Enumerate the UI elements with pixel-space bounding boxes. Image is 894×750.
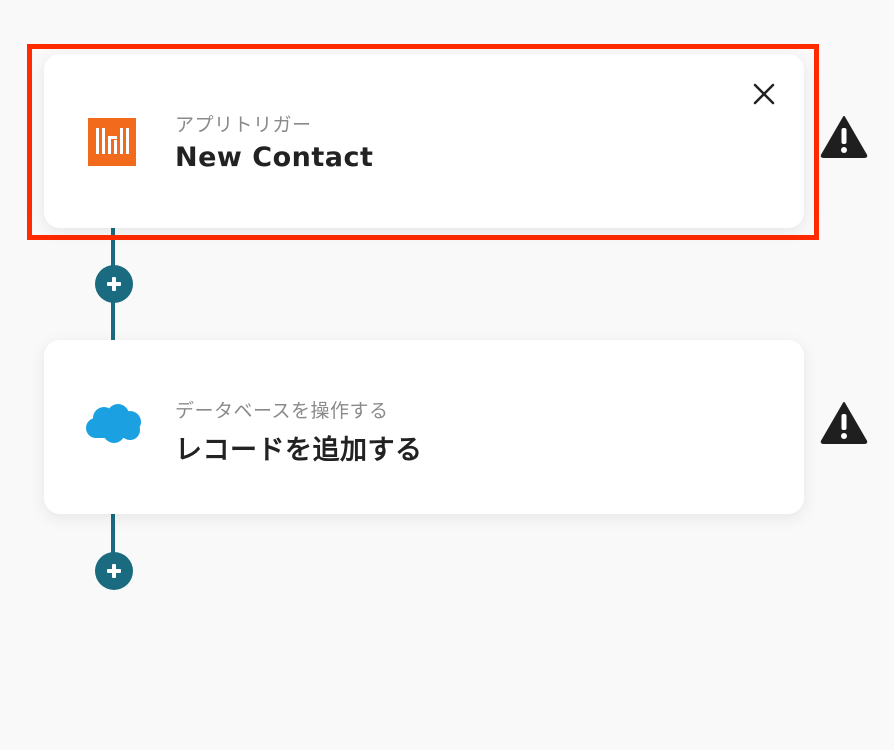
warning-icon[interactable] <box>820 115 868 159</box>
action-step-title: レコードを追加する <box>175 435 423 466</box>
add-step-button[interactable] <box>95 265 133 303</box>
action-step-card[interactable]: データベースを操作する レコードを追加する <box>44 340 804 514</box>
flow-connector-line-bottom <box>111 514 115 554</box>
close-icon[interactable] <box>748 78 780 110</box>
trigger-step-subtitle: アプリトリガー <box>175 114 312 136</box>
action-step-subtitle: データベースを操作する <box>175 400 389 422</box>
salesforce-cloud-icon <box>86 404 141 443</box>
app-trigger-logo-icon <box>88 118 136 166</box>
trigger-step-title: New Contact <box>175 142 374 173</box>
warning-icon[interactable] <box>820 401 868 445</box>
add-step-button[interactable] <box>95 552 133 590</box>
trigger-step-card[interactable]: アプリトリガー New Contact <box>44 54 804 228</box>
